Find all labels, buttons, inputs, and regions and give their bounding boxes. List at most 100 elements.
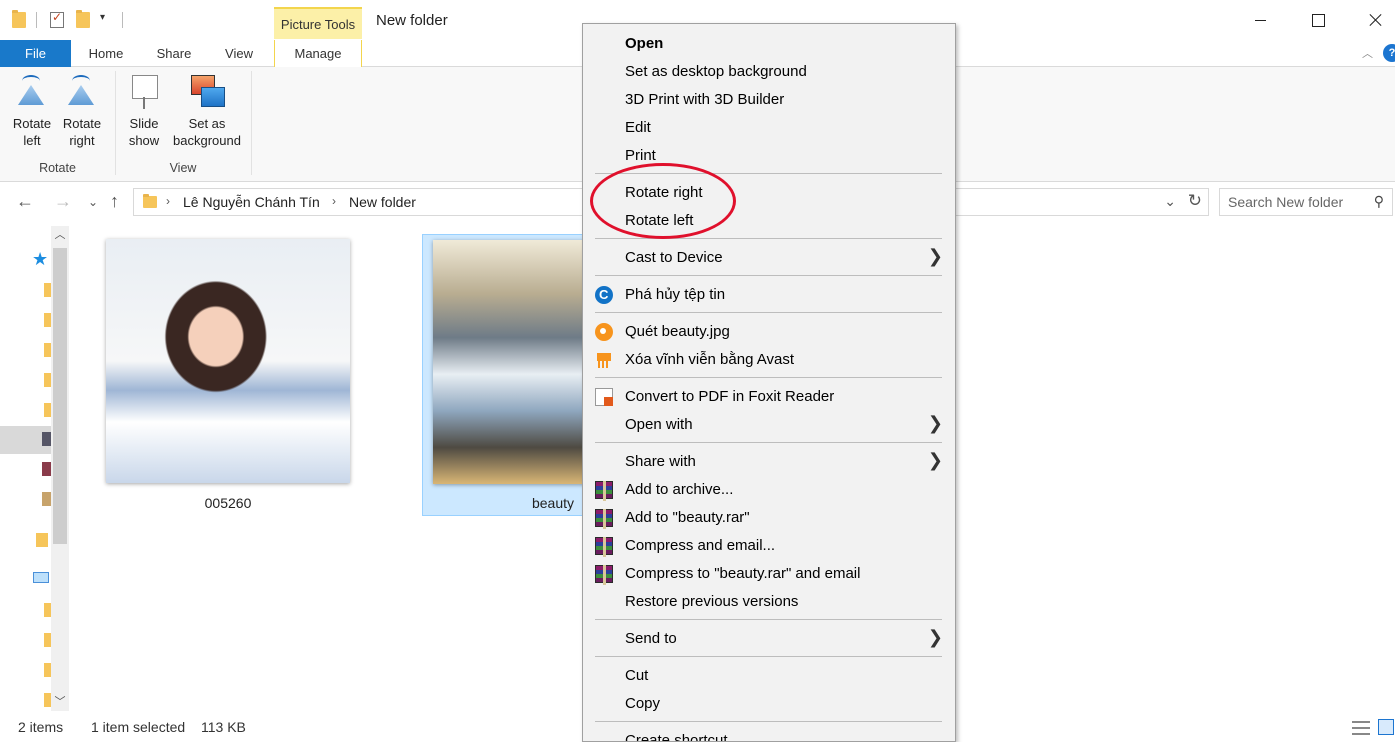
rotate-right-label-1: Rotate (62, 116, 102, 131)
minimize-button[interactable] (1250, 10, 1270, 30)
chevron-right-icon: ❯ (927, 450, 943, 470)
file-name[interactable]: 005260 (178, 495, 278, 511)
rotate-right-icon (64, 73, 100, 109)
rotate-left-label-1: Rotate (12, 116, 52, 131)
maximize-button[interactable] (1308, 10, 1328, 30)
menu-item-label: Phá hủy tệp tin (625, 286, 726, 303)
menu-separator (595, 721, 942, 722)
rotate-right-button[interactable]: Rotate right (58, 73, 106, 149)
tab-home[interactable]: Home (80, 40, 132, 67)
search-input[interactable] (1228, 193, 1368, 211)
chevron-right-icon: ❯ (927, 246, 943, 266)
menu-item-send-to[interactable]: Send to ❯ (583, 625, 955, 653)
scroll-up-icon[interactable]: ︿ (51, 226, 69, 244)
folder-icon (12, 10, 26, 28)
nav-scrollbar[interactable]: ︿ ﹀ (51, 226, 69, 711)
tab-file[interactable]: File (0, 40, 71, 67)
back-icon[interactable]: ← (16, 191, 34, 212)
menu-item-share-with[interactable]: Share with ❯ (583, 448, 955, 476)
slide-show-label-2: show (128, 133, 160, 148)
menu-item-create-shortcut[interactable]: Create shortcut (583, 727, 955, 742)
quick-access-star-icon[interactable]: ★ (32, 249, 48, 270)
forward-icon[interactable]: → (54, 191, 72, 212)
breadcrumb-user[interactable]: Lê Nguyễn Chánh Tín (183, 194, 320, 210)
menu-item-3d-print[interactable]: 3D Print with 3D Builder (583, 86, 955, 114)
menu-item-compress-rar-email[interactable]: Compress to "beauty.rar" and email (583, 560, 955, 588)
collapse-ribbon-icon[interactable]: ︿ (1362, 45, 1373, 61)
menu-item-label: Compress to "beauty.rar" and email (625, 565, 861, 582)
up-icon[interactable]: ↑ (110, 191, 119, 212)
ccleaner-icon (595, 286, 613, 304)
divider (122, 12, 123, 28)
menu-item-open-with[interactable]: Open with ❯ (583, 411, 955, 439)
annotation-circle (590, 163, 736, 239)
navigation-pane: ★ ︿ ﹀ (0, 221, 70, 713)
menu-item-label: Restore previous versions (625, 593, 799, 610)
scrollbar-thumb[interactable] (53, 248, 67, 544)
menu-item-delete-avast[interactable]: Xóa vĩnh viễn bằng Avast (583, 346, 955, 374)
menu-item-label: Cast to Device (625, 249, 723, 266)
avast-icon (595, 323, 613, 341)
file-thumbnail[interactable] (106, 239, 350, 483)
set-background-label-1: Set as (188, 116, 226, 131)
close-button[interactable] (1366, 10, 1386, 30)
menu-item-edit[interactable]: Edit (583, 114, 955, 142)
details-view-icon[interactable] (1352, 721, 1370, 735)
this-pc-icon[interactable] (33, 572, 49, 583)
set-as-background-button[interactable]: Set as background (168, 73, 246, 149)
large-icons-view-icon[interactable] (1378, 719, 1394, 735)
menu-item-cut[interactable]: Cut (583, 662, 955, 690)
chevron-right-icon[interactable]: › (166, 194, 170, 208)
rotate-right-label-2: right (69, 133, 95, 148)
search-box[interactable]: ⚲ (1219, 188, 1393, 216)
chevron-down-icon[interactable]: ⌄ (1164, 193, 1176, 210)
menu-item-set-desktop-background[interactable]: Set as desktop background (583, 58, 955, 86)
rotate-left-label-2: left (23, 133, 41, 148)
menu-item-label: Edit (625, 119, 651, 136)
search-icon[interactable]: ⚲ (1374, 193, 1384, 210)
tab-view[interactable]: View (216, 40, 262, 67)
slide-show-label-1: Slide (129, 116, 159, 131)
group-divider (115, 71, 116, 175)
winrar-icon (595, 565, 613, 585)
chevron-right-icon: ❯ (927, 627, 943, 647)
scroll-down-icon[interactable]: ﹀ (51, 693, 69, 711)
menu-item-add-to-rar[interactable]: Add to "beauty.rar" (583, 504, 955, 532)
menu-item-open[interactable]: Open (583, 30, 955, 58)
nav-folder-icon[interactable] (36, 533, 48, 547)
menu-item-compress-email[interactable]: Compress and email... (583, 532, 955, 560)
rotate-left-button[interactable]: Rotate left (8, 73, 56, 149)
menu-item-convert-pdf[interactable]: Convert to PDF in Foxit Reader (583, 383, 955, 411)
menu-item-label: Compress and email... (625, 537, 776, 554)
menu-item-label: Print (625, 147, 656, 164)
menu-item-label: Create shortcut (625, 732, 728, 742)
menu-item-restore-previous-versions[interactable]: Restore previous versions (583, 588, 955, 616)
slide-show-button[interactable]: Slide show (124, 73, 164, 149)
menu-item-cast-to-device[interactable]: Cast to Device ❯ (583, 244, 955, 272)
menu-item-label: Send to (625, 630, 677, 647)
slide-show-icon (126, 73, 162, 109)
tab-manage[interactable]: Manage (274, 40, 362, 68)
window-title: New folder (376, 12, 448, 29)
menu-item-label: Set as desktop background (625, 63, 807, 80)
menu-item-scan-file[interactable]: Quét beauty.jpg (583, 318, 955, 346)
new-folder-icon[interactable] (76, 10, 90, 28)
menu-separator (595, 275, 942, 276)
menu-item-add-to-archive[interactable]: Add to archive... (583, 476, 955, 504)
menu-item-copy[interactable]: Copy (583, 690, 955, 718)
menu-item-label: Xóa vĩnh viễn bằng Avast (625, 351, 795, 368)
properties-icon[interactable] (50, 10, 64, 28)
menu-separator (595, 442, 942, 443)
selection-size: 113 KB (201, 719, 246, 735)
group-divider (251, 71, 252, 175)
chevron-right-icon[interactable]: › (332, 194, 336, 208)
menu-separator (595, 619, 942, 620)
refresh-icon[interactable]: ↻ (1188, 191, 1202, 211)
breadcrumb-current[interactable]: New folder (349, 194, 416, 210)
customize-quick-access-icon[interactable]: ▾ (100, 12, 105, 23)
menu-item-destroy-file[interactable]: Phá hủy tệp tin (583, 281, 955, 309)
recent-locations-icon[interactable]: ⌄ (88, 195, 98, 209)
help-icon[interactable]: ? (1383, 44, 1395, 62)
winrar-icon (595, 509, 613, 529)
tab-share[interactable]: Share (150, 40, 198, 67)
